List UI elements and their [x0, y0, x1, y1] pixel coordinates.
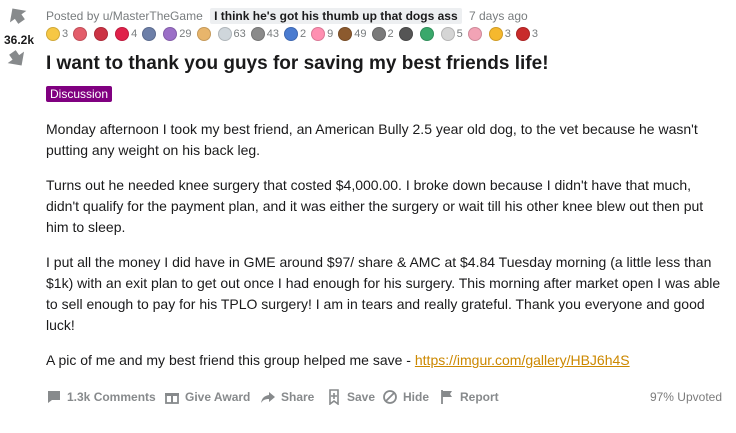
award-badge-icon	[46, 27, 60, 41]
award-count: 3	[62, 28, 69, 40]
award-wholesome-icon	[163, 27, 178, 41]
award-item[interactable]	[398, 24, 415, 44]
hide-label: Hide	[403, 390, 430, 404]
award-heart-eyes-icon	[73, 27, 88, 41]
award-ape-icon	[371, 27, 386, 41]
award-item[interactable]: 43	[250, 24, 279, 44]
award-count: 4	[131, 28, 138, 40]
body-paragraph: A pic of me and my best friend this grou…	[46, 350, 726, 371]
report-button[interactable]: Report	[439, 387, 499, 407]
award-item[interactable]	[419, 24, 436, 44]
post-flair-discussion[interactable]: Discussion	[46, 86, 113, 102]
award-item[interactable]: 3	[46, 24, 68, 44]
body-paragraph: Turns out he needed knee surgery that co…	[46, 177, 704, 235]
award-item[interactable]	[94, 24, 110, 44]
post-footer: 1.3k Comments Give Award Share Save Hide…	[46, 387, 726, 407]
upvote-arrow-icon[interactable]	[6, 6, 28, 24]
award-count: 3	[531, 28, 538, 40]
award-item[interactable]: 3	[488, 24, 511, 44]
body-paragraph: I put all the money I did have in GME ar…	[46, 254, 721, 333]
post-body: Monday afternoon I took my best friend, …	[46, 119, 726, 385]
award-count: 49	[354, 28, 367, 40]
award-count: 9	[327, 28, 334, 40]
save-button[interactable]: Save	[326, 387, 375, 407]
award-item[interactable]: 63	[217, 24, 246, 44]
give-award-label: Give Award	[185, 390, 251, 404]
award-mushroom-icon	[419, 27, 434, 41]
award-diamond-hands-icon	[284, 27, 298, 41]
hide-icon	[383, 390, 397, 404]
award-item[interactable]: 4	[115, 24, 137, 44]
give-award-button[interactable]: Give Award	[164, 387, 250, 407]
award-hug-icon	[467, 27, 482, 41]
share-icon	[261, 392, 275, 403]
award-count: 5	[456, 28, 463, 40]
share-label: Share	[281, 390, 315, 404]
imgur-link[interactable]: https://imgur.com/gallery/HBJ6h4S	[415, 352, 630, 368]
vote-column: 36.2k	[0, 0, 40, 80]
award-dalmatian-icon	[515, 27, 530, 41]
comments-label: 1.3k Comments	[67, 390, 156, 404]
award-item[interactable]	[196, 24, 213, 44]
award-bear-icon	[338, 27, 353, 41]
award-item[interactable]	[142, 24, 158, 44]
comments-button[interactable]: 1.3k Comments	[46, 387, 156, 407]
award-item[interactable]	[467, 24, 484, 44]
award-count: 3	[504, 28, 511, 40]
share-button[interactable]: Share	[260, 387, 314, 407]
comment-icon	[48, 391, 60, 403]
award-count: 29	[179, 28, 192, 40]
link-intro-text: A pic of me and my best friend this grou…	[46, 352, 415, 368]
report-label: Report	[460, 390, 499, 404]
award-gift-icon	[94, 27, 109, 41]
award-item[interactable]: 3	[515, 24, 538, 44]
bookmark-plus-icon	[329, 389, 339, 405]
award-count: 43	[266, 28, 279, 40]
award-item[interactable]: 5	[440, 24, 463, 44]
posted-by-link[interactable]: Posted by u/MasterTheGame	[46, 9, 203, 23]
post-title[interactable]: I want to thank you guys for saving my b…	[46, 52, 726, 76]
award-face-icon	[217, 27, 232, 41]
upvote-ratio: 97% Upvoted	[649, 390, 722, 404]
award-coin-icon	[250, 27, 265, 41]
award-item[interactable]: 2	[371, 24, 394, 44]
post-card: 36.2k Posted by u/MasterTheGame I think …	[0, 0, 736, 433]
award-sun-icon	[488, 27, 503, 41]
award-item[interactable]: 29	[163, 24, 192, 44]
award-thumbsup-icon	[196, 27, 211, 41]
award-rocket-icon	[142, 27, 157, 41]
award-count: 2	[387, 28, 394, 40]
award-item[interactable]: 49	[338, 24, 367, 44]
downvote-arrow-icon[interactable]	[6, 50, 28, 68]
award-cow-icon	[440, 27, 455, 41]
award-count: 63	[233, 28, 246, 40]
awards-bar[interactable]: 3 4 29 63 43 2 9 49 2 5 3 3	[46, 24, 736, 44]
vote-score: 36.2k	[3, 33, 35, 47]
award-item[interactable]: 9	[311, 24, 333, 44]
gift-icon	[165, 393, 179, 404]
award-heart-icon	[115, 27, 130, 41]
award-item[interactable]	[73, 24, 89, 44]
post-age[interactable]: 7 days ago	[469, 9, 528, 23]
hide-button[interactable]: Hide	[382, 387, 429, 407]
user-flair: I think he's got his thumb up that dogs …	[210, 8, 462, 24]
save-label: Save	[347, 390, 376, 404]
body-paragraph: Monday afternoon I took my best friend, …	[46, 121, 698, 158]
award-item[interactable]: 2	[284, 24, 306, 44]
award-count: 2	[300, 28, 307, 40]
award-chef-icon	[398, 27, 413, 41]
award-love-icon	[311, 27, 326, 41]
flag-icon	[441, 390, 452, 404]
